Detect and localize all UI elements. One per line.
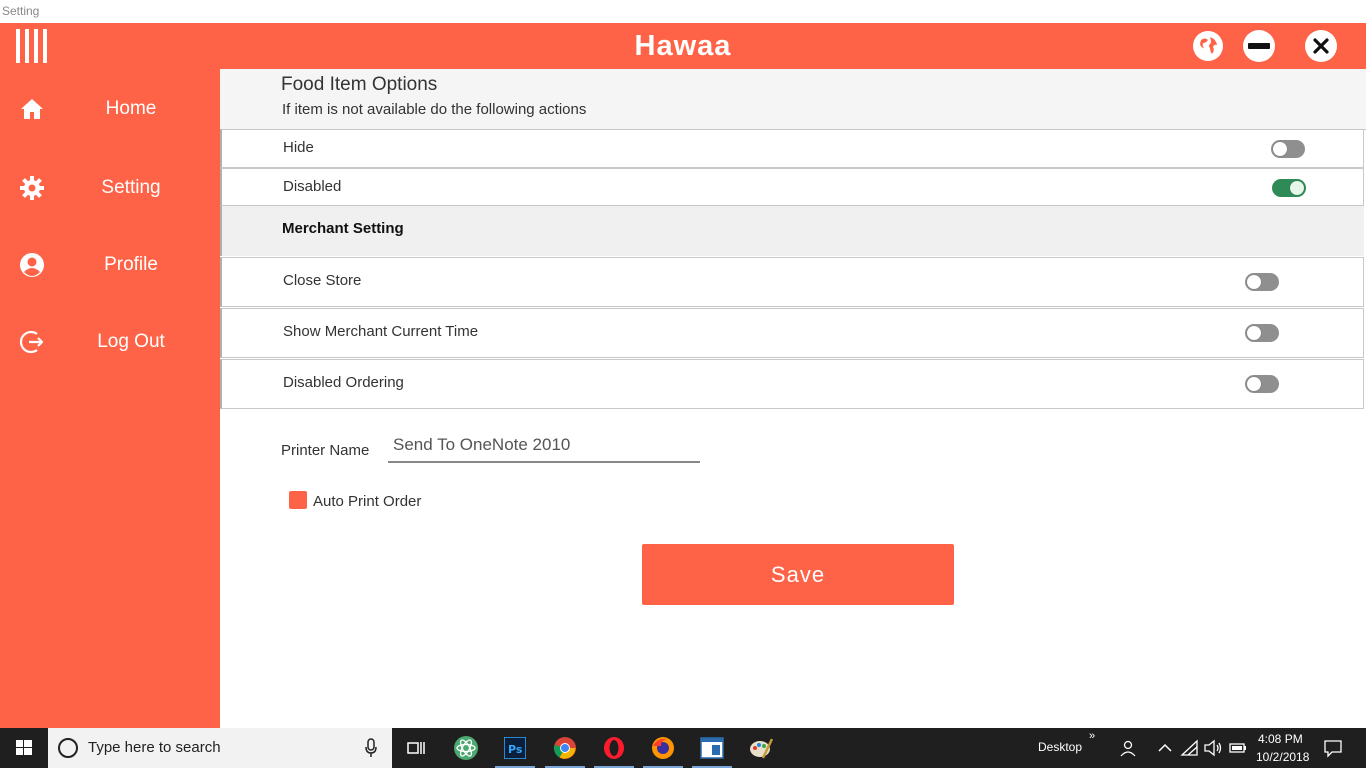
option-row-close-store: Close Store: [220, 257, 1364, 307]
settings-panel: Food Item Options If item is not availab…: [220, 69, 1366, 728]
user-circle-icon: [20, 253, 44, 277]
option-row-disabled-ordering: Disabled Ordering: [220, 359, 1364, 409]
microphone-icon[interactable]: [364, 738, 378, 758]
logout-icon: [19, 330, 44, 354]
sidebar-item-label: Profile: [104, 254, 158, 275]
save-button[interactable]: Save: [642, 544, 954, 605]
sidebar-item-label: Home: [105, 98, 157, 119]
section-subtitle: If item is not available do the followin…: [282, 101, 587, 118]
windows-icon: [16, 740, 32, 755]
food-options-header: Food Item Options If item is not availab…: [220, 69, 1366, 130]
wifi-icon[interactable]: [1180, 738, 1200, 758]
chrome-icon[interactable]: [541, 728, 589, 768]
hide-toggle[interactable]: [1271, 140, 1305, 158]
volume-icon[interactable]: [1203, 738, 1223, 758]
clock-date[interactable]: 10/2/2018: [1256, 750, 1309, 764]
search-placeholder: Type here to search: [88, 739, 221, 756]
app-header: Hawaa: [0, 23, 1366, 69]
toolbar-chevron[interactable]: »: [1089, 730, 1095, 742]
menu-icon[interactable]: [16, 29, 48, 63]
disabled-toggle[interactable]: [1272, 179, 1306, 197]
sidebar-item-profile[interactable]: Profile: [0, 240, 220, 290]
option-label: Close Store: [283, 272, 362, 289]
auto-print-label[interactable]: Auto Print Order: [313, 493, 421, 510]
people-icon[interactable]: [1119, 738, 1139, 758]
photoshop-icon[interactable]: Ps: [491, 728, 539, 768]
home-icon: [21, 99, 43, 119]
battery-icon[interactable]: [1228, 738, 1248, 758]
globe-icon[interactable]: [1193, 31, 1223, 61]
merchant-time-toggle[interactable]: [1245, 324, 1279, 342]
close-button[interactable]: [1305, 30, 1337, 62]
taskbar-search[interactable]: Type here to search: [48, 728, 392, 768]
sidebar-item-setting[interactable]: Setting: [0, 163, 220, 213]
option-label: Show Merchant Current Time: [283, 323, 479, 340]
option-label: Disabled: [283, 178, 342, 195]
sidebar: Home Setting Profile Log Out: [0, 69, 220, 728]
disabled-ordering-toggle[interactable]: [1245, 375, 1279, 393]
option-row-hide: Hide: [220, 129, 1364, 168]
sidebar-item-home[interactable]: Home: [0, 84, 220, 134]
app-title: Hawaa: [634, 30, 732, 62]
app-window-icon[interactable]: [688, 728, 736, 768]
opera-icon[interactable]: [590, 728, 638, 768]
sidebar-item-logout[interactable]: Log Out: [0, 317, 220, 367]
section-title: Merchant Setting: [282, 220, 404, 237]
option-row-merchant-time: Show Merchant Current Time: [220, 308, 1364, 358]
taskbar: Type here to search Ps Desktop » 4:08 PM…: [0, 728, 1366, 768]
sidebar-item-label: Setting: [101, 177, 161, 198]
svg-text:Ps: Ps: [508, 743, 523, 756]
window-title: Setting: [2, 4, 40, 18]
paint-icon[interactable]: [737, 728, 785, 768]
auto-print-checkbox[interactable]: [289, 491, 307, 509]
option-label: Disabled Ordering: [283, 374, 404, 391]
atom-icon[interactable]: [442, 728, 490, 768]
option-row-disabled: Disabled: [220, 168, 1364, 206]
minimize-button[interactable]: [1243, 30, 1275, 62]
chevron-up-icon[interactable]: [1155, 738, 1175, 758]
option-label: Hide: [283, 139, 314, 156]
close-store-toggle[interactable]: [1245, 273, 1279, 291]
printer-name-label: Printer Name: [281, 442, 370, 459]
cortana-icon: [58, 738, 78, 758]
gear-icon: [20, 176, 44, 200]
close-icon: [1313, 38, 1329, 54]
notification-icon[interactable]: [1323, 738, 1343, 758]
firefox-icon[interactable]: [639, 728, 687, 768]
sidebar-item-label: Log Out: [97, 331, 165, 352]
minimize-icon: [1248, 43, 1270, 49]
printer-name-field[interactable]: [388, 429, 700, 463]
start-button[interactable]: [0, 728, 48, 768]
clock-time[interactable]: 4:08 PM: [1258, 732, 1303, 746]
desktop-toolbar-label[interactable]: Desktop: [1038, 740, 1082, 754]
merchant-setting-header: Merchant Setting: [220, 206, 1364, 256]
task-view-icon[interactable]: [392, 728, 440, 768]
section-title: Food Item Options: [281, 74, 438, 95]
